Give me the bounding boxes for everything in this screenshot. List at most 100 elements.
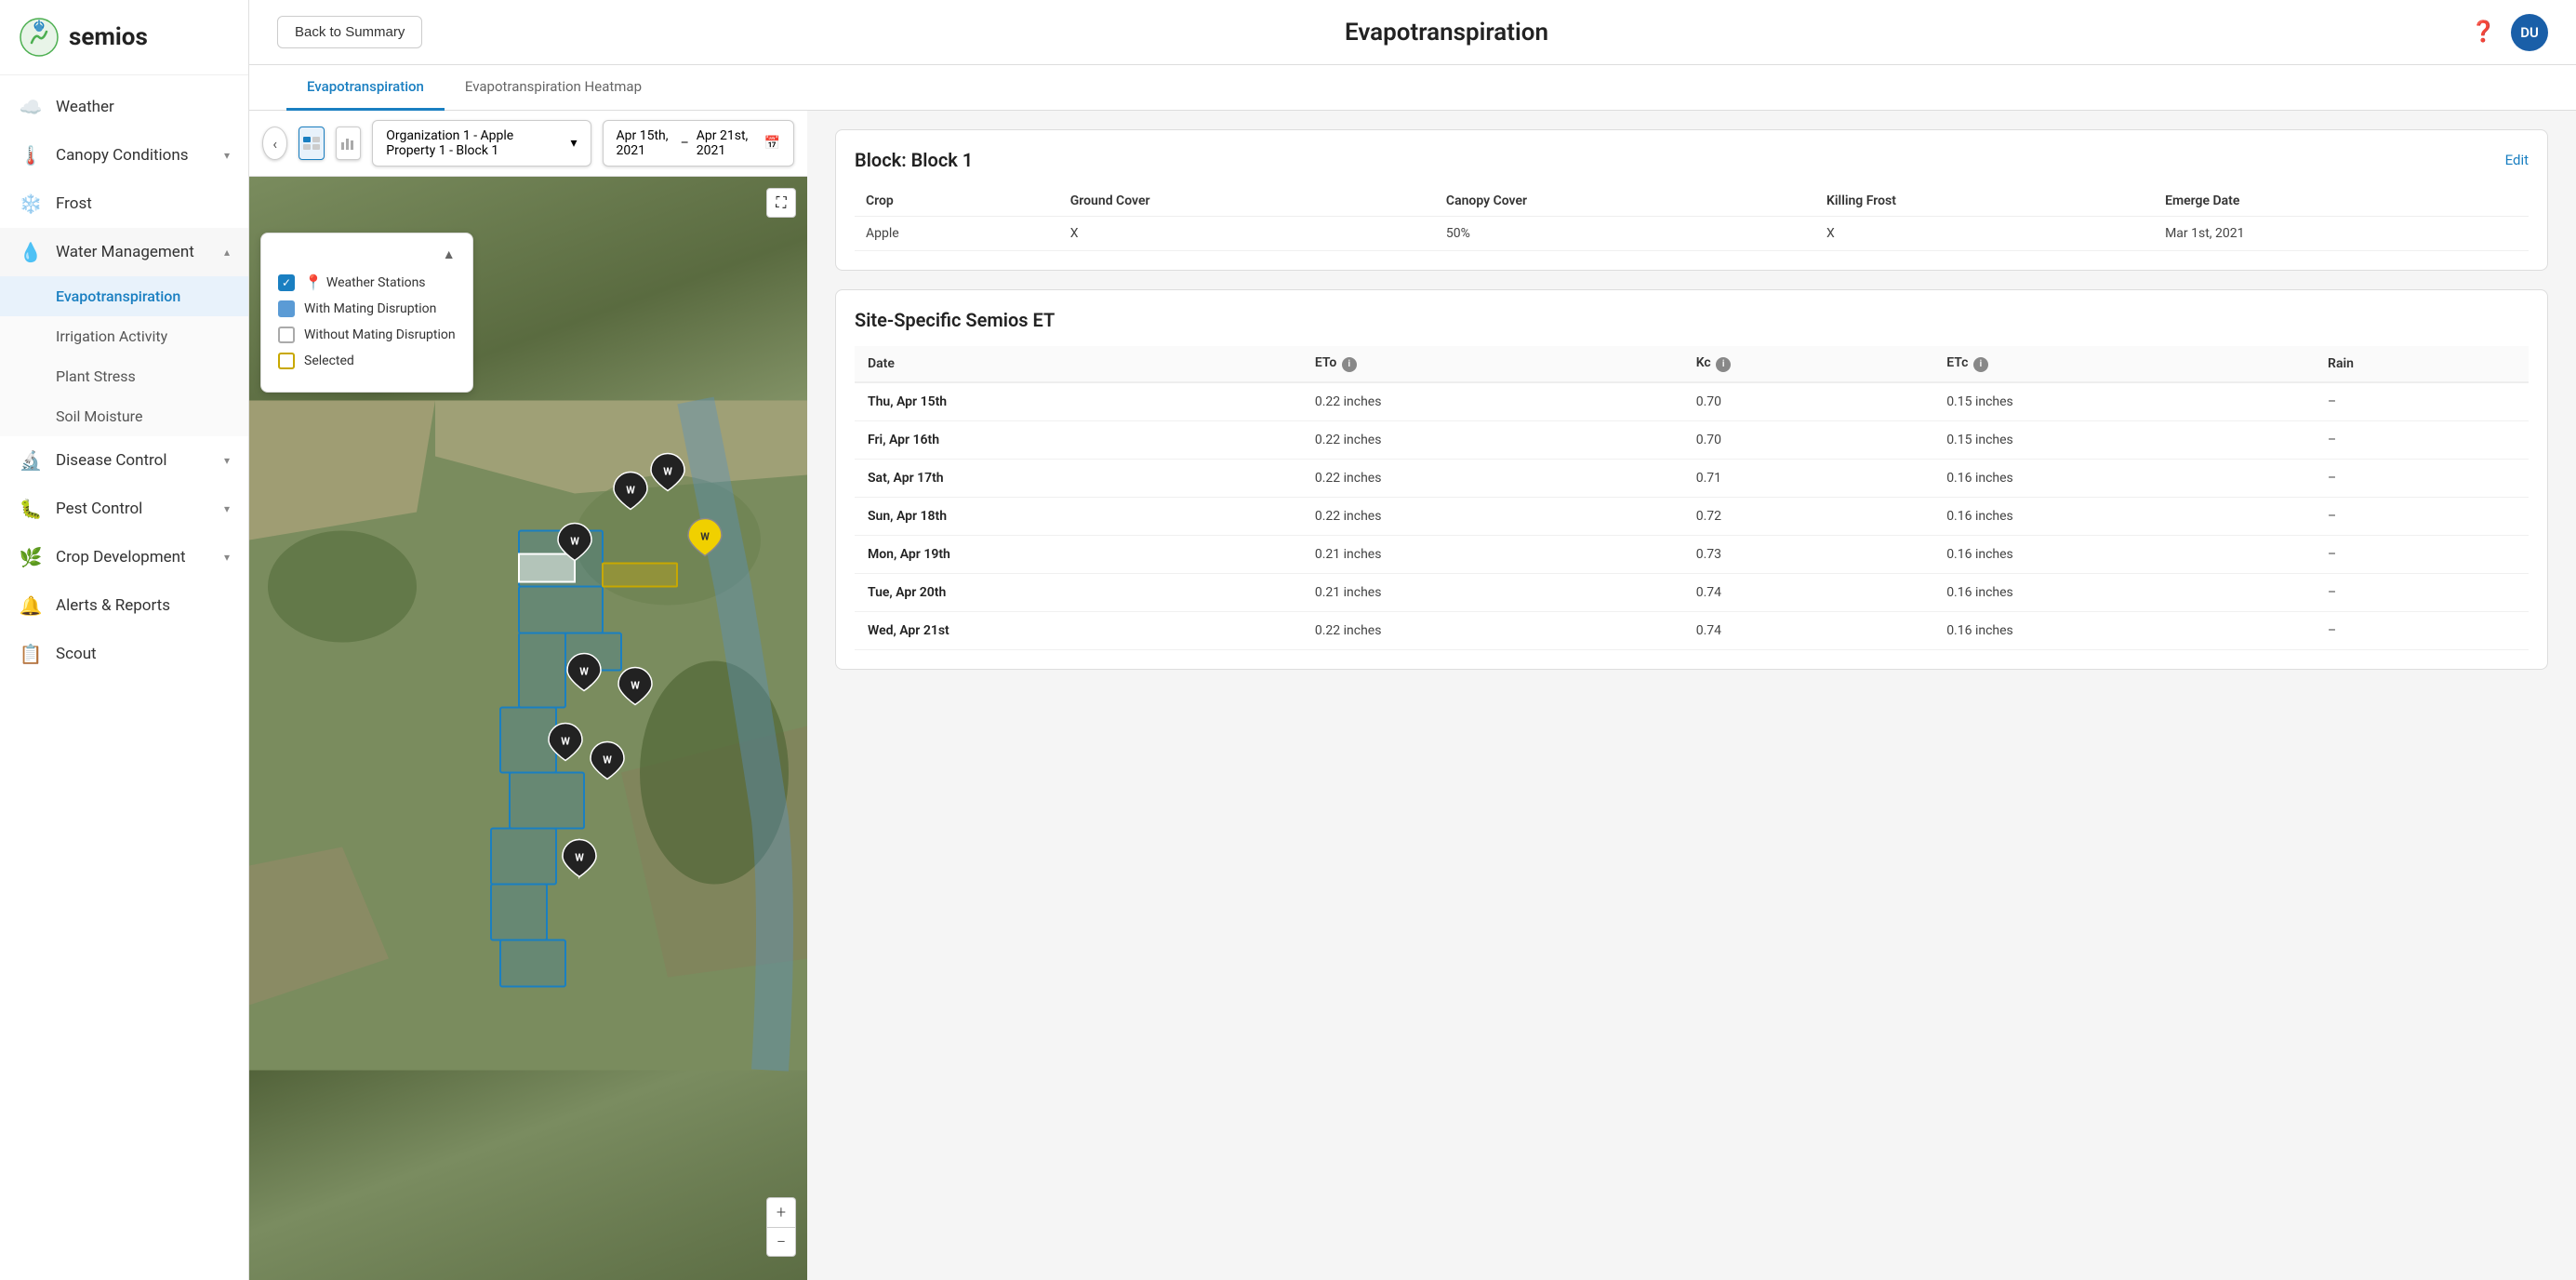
- kc-info-icon[interactable]: i: [1716, 357, 1731, 372]
- tab-evapotranspiration[interactable]: Evapotranspiration: [286, 65, 445, 111]
- back-to-summary-button[interactable]: Back to Summary: [277, 16, 422, 48]
- et-table-row: Sat, Apr 17th 0.22 inches 0.71 0.16 inch…: [855, 460, 2529, 498]
- et-etc-cell: 0.15 inches: [1933, 421, 2315, 460]
- et-etc-cell: 0.16 inches: [1933, 612, 2315, 650]
- et-date-cell: Sun, Apr 18th: [855, 498, 1302, 536]
- map-legend: ▲ ✓ 📍 Weather Stations With Mating Disru…: [260, 233, 473, 393]
- calendar-icon: 📅: [764, 136, 780, 151]
- et-col-rain: Rain: [2315, 346, 2529, 382]
- et-table: Date ETo i Kc i ETc: [855, 346, 2529, 650]
- legend-header: ▲: [278, 247, 456, 262]
- et-eto-cell: 0.22 inches: [1302, 460, 1683, 498]
- et-rain-cell: –: [2315, 612, 2529, 650]
- svg-text:W: W: [561, 736, 570, 748]
- sidebar-item-weather[interactable]: ☁️ Weather: [0, 83, 248, 131]
- sidebar-item-evapotranspiration[interactable]: Evapotranspiration: [0, 276, 248, 316]
- legend-item-weather-stations: ✓ 📍 Weather Stations: [278, 273, 456, 291]
- col-header-emerge-date: Emerge Date: [2154, 186, 2529, 217]
- crop-cell: Apple: [855, 217, 1059, 251]
- selected-checkbox[interactable]: [278, 353, 295, 369]
- et-title: Site-Specific Semios ET: [855, 309, 2529, 331]
- et-etc-cell: 0.15 inches: [1933, 382, 2315, 421]
- et-table-row: Fri, Apr 16th 0.22 inches 0.70 0.15 inch…: [855, 421, 2529, 460]
- chevron-up-icon: ▴: [224, 246, 230, 259]
- weather-icon: ☁️: [19, 96, 43, 118]
- legend-collapse-button[interactable]: ▲: [443, 247, 456, 262]
- sidebar-item-irrigation[interactable]: Irrigation Activity: [0, 316, 248, 356]
- block-info-card: Block: Block 1 Edit Crop Ground Cover Ca…: [835, 129, 2548, 271]
- map-filter-bar: ‹: [249, 111, 807, 177]
- sidebar-item-scout[interactable]: 📋 Scout: [0, 630, 248, 678]
- et-eto-cell: 0.22 inches: [1302, 612, 1683, 650]
- et-table-row: Wed, Apr 21st 0.22 inches 0.74 0.16 inch…: [855, 612, 2529, 650]
- sidebar-item-frost[interactable]: ❄️ Frost: [0, 180, 248, 228]
- map-icon: [303, 137, 320, 150]
- date-range-picker[interactable]: Apr 15th, 2021 – Apr 21st, 2021 📅: [603, 120, 794, 167]
- etc-info-icon[interactable]: i: [1973, 357, 1988, 372]
- sidebar-item-pest[interactable]: 🐛 Pest Control ▾: [0, 485, 248, 533]
- legend-item-with-mating: With Mating Disruption: [278, 300, 456, 317]
- et-col-kc: Kc i: [1683, 346, 1933, 382]
- col-header-killing-frost: Killing Frost: [1815, 186, 2154, 217]
- sidebar-item-label: Crop Development: [56, 548, 211, 567]
- without-mating-checkbox[interactable]: [278, 327, 295, 343]
- et-date-cell: Mon, Apr 19th: [855, 536, 1302, 574]
- et-eto-cell: 0.22 inches: [1302, 382, 1683, 421]
- sidebar-item-plant-stress[interactable]: Plant Stress: [0, 356, 248, 396]
- sidebar: semios ☁️ Weather 🌡️ Canopy Conditions ▾…: [0, 0, 249, 1280]
- et-kc-cell: 0.72: [1683, 498, 1933, 536]
- chevron-down-icon: ▾: [224, 454, 230, 467]
- svg-text:W: W: [663, 466, 672, 478]
- zoom-in-button[interactable]: +: [766, 1197, 796, 1227]
- et-kc-cell: 0.74: [1683, 574, 1933, 612]
- edit-link[interactable]: Edit: [2505, 152, 2529, 168]
- zoom-out-button[interactable]: −: [766, 1227, 796, 1257]
- svg-text:W: W: [575, 852, 584, 864]
- col-header-ground-cover: Ground Cover: [1059, 186, 1435, 217]
- sidebar-nav: ☁️ Weather 🌡️ Canopy Conditions ▾ ❄️ Fro…: [0, 75, 248, 1280]
- disease-icon: 🔬: [19, 449, 43, 472]
- ground-cover-cell: X: [1059, 217, 1435, 251]
- et-eto-cell: 0.21 inches: [1302, 574, 1683, 612]
- map-view-button[interactable]: [299, 127, 324, 160]
- help-icon[interactable]: ❓: [2471, 20, 2496, 44]
- map-back-button[interactable]: ‹: [262, 127, 287, 160]
- et-rain-cell: –: [2315, 421, 2529, 460]
- sidebar-item-crop[interactable]: 🌿 Crop Development ▾: [0, 533, 248, 581]
- tab-heatmap[interactable]: Evapotranspiration Heatmap: [445, 65, 662, 111]
- block-table: Crop Ground Cover Canopy Cover Killing F…: [855, 186, 2529, 251]
- topbar: Back to Summary Evapotranspiration ❓ DU: [249, 0, 2576, 65]
- chevron-down-icon: ▾: [570, 136, 577, 151]
- location-select[interactable]: Organization 1 - Apple Property 1 - Bloc…: [372, 120, 591, 167]
- canopy-cover-cell: 50%: [1435, 217, 1815, 251]
- fullscreen-button[interactable]: ⛶: [766, 188, 796, 218]
- avatar[interactable]: DU: [2511, 14, 2548, 51]
- et-eto-cell: 0.22 inches: [1302, 498, 1683, 536]
- with-mating-checkbox[interactable]: [278, 300, 295, 317]
- sidebar-item-canopy[interactable]: 🌡️ Canopy Conditions ▾: [0, 131, 248, 180]
- et-table-row: Tue, Apr 20th 0.21 inches 0.74 0.16 inch…: [855, 574, 2529, 612]
- sidebar-item-label: Disease Control: [56, 451, 211, 470]
- svg-text:W: W: [603, 754, 612, 767]
- sidebar-item-soil-moisture[interactable]: Soil Moisture: [0, 396, 248, 436]
- et-etc-cell: 0.16 inches: [1933, 536, 2315, 574]
- weather-stations-checkbox[interactable]: ✓: [278, 274, 295, 291]
- et-eto-cell: 0.21 inches: [1302, 536, 1683, 574]
- svg-text:W: W: [700, 531, 710, 543]
- chevron-down-icon: ▾: [224, 502, 230, 515]
- col-header-canopy-cover: Canopy Cover: [1435, 186, 1815, 217]
- et-col-date: Date: [855, 346, 1302, 382]
- sidebar-item-disease[interactable]: 🔬 Disease Control ▾: [0, 436, 248, 485]
- et-kc-cell: 0.70: [1683, 421, 1933, 460]
- sidebar-item-alerts[interactable]: 🔔 Alerts & Reports: [0, 581, 248, 630]
- satellite-map[interactable]: W W W W: [249, 177, 807, 1280]
- sidebar-item-water[interactable]: 💧 Water Management ▴: [0, 228, 248, 276]
- crop-icon: 🌿: [19, 546, 43, 568]
- et-table-row: Sun, Apr 18th 0.22 inches 0.72 0.16 inch…: [855, 498, 2529, 536]
- chart-view-button[interactable]: [336, 127, 361, 160]
- map-container: ‹: [249, 111, 807, 1280]
- eto-info-icon[interactable]: i: [1342, 357, 1357, 372]
- svg-text:W: W: [626, 485, 635, 497]
- semios-logo-icon: [19, 17, 60, 58]
- et-date-cell: Fri, Apr 16th: [855, 421, 1302, 460]
